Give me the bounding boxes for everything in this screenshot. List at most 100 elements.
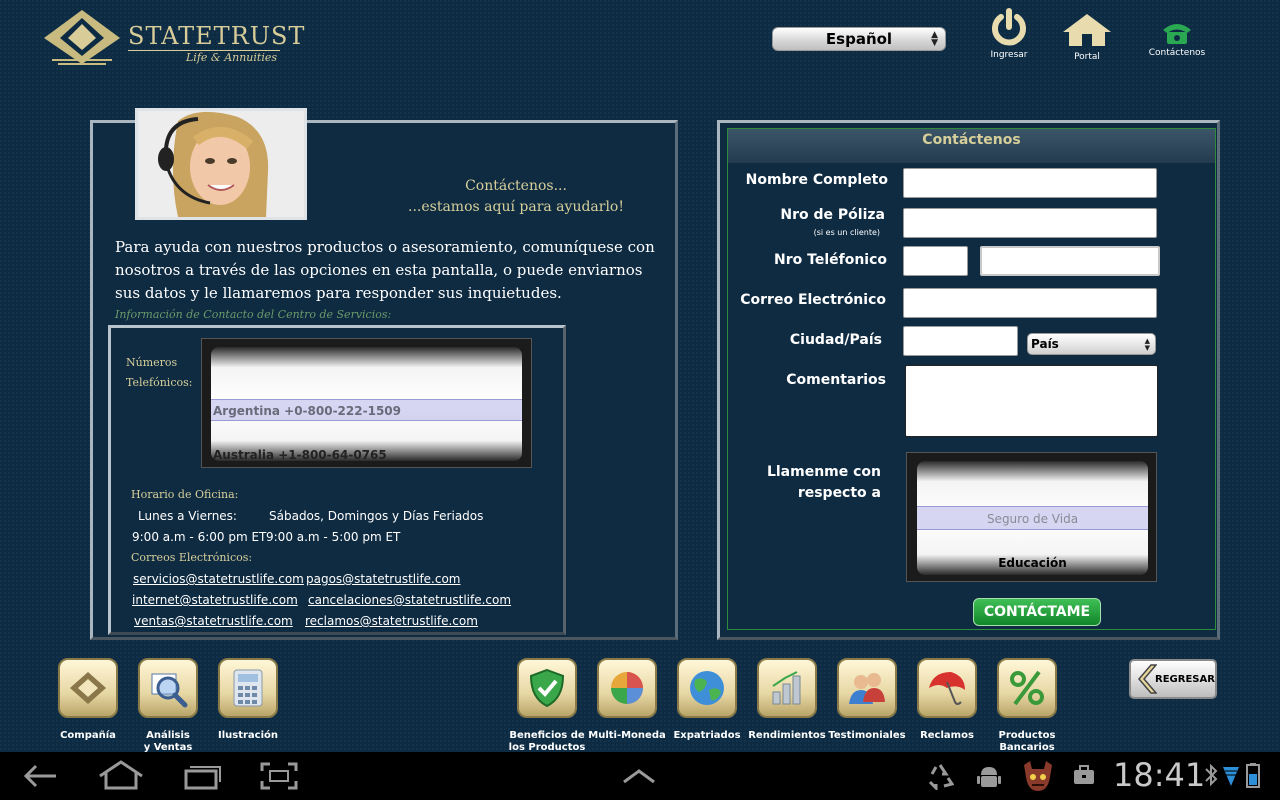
email-input[interactable] (903, 288, 1157, 318)
back-arrow-icon[interactable] (22, 762, 60, 790)
recent-apps-icon[interactable] (182, 762, 222, 790)
support-agent-image (138, 111, 304, 217)
emails-label: Correos Electrónicos: (131, 551, 253, 564)
back-button[interactable]: REGRESAR (1129, 659, 1217, 699)
currency-pie-icon (611, 672, 643, 704)
nav-label-line: Testimoniales (828, 730, 906, 741)
weekend-label: Sábados, Domingos y Días Feriados (269, 509, 484, 523)
phone-area-code-input[interactable] (903, 246, 968, 276)
nav-tile (997, 658, 1057, 718)
nav-label: Reclamos (907, 730, 987, 742)
recycle-icon (928, 764, 954, 790)
nav-testimoniales[interactable]: Testimoniales (827, 658, 907, 742)
back-label: REGRESAR (1155, 674, 1215, 685)
nav-productos-bancarios[interactable]: Productos Bancarios (987, 658, 1067, 754)
umbrella-icon (929, 672, 965, 705)
email-link-reclamos[interactable]: reclamos@statetrustlife.com (305, 614, 478, 628)
picker-option[interactable]: Seguro de Vida (917, 512, 1148, 526)
nav-tile (58, 658, 118, 718)
policy-number-input[interactable] (903, 208, 1157, 238)
contact-header-button[interactable]: Contáctenos (1146, 20, 1208, 58)
nav-label: Beneficios de los Productos (507, 730, 587, 754)
email-link-pagos[interactable]: pagos@statetrustlife.com (306, 572, 461, 586)
login-button[interactable]: Ingresar (980, 8, 1038, 60)
picker-option[interactable]: Argentina +0-800-222-1509 (213, 404, 401, 418)
home-icon (1063, 14, 1111, 46)
nav-beneficios[interactable]: Beneficios de los Productos (507, 658, 587, 754)
nav-expatriados[interactable]: Expatriados (667, 658, 747, 742)
language-value: Español (825, 30, 893, 48)
phone-number-label: Nro Teléfonico (774, 252, 887, 268)
city-input[interactable] (903, 326, 1018, 356)
country-select-value: País (1031, 337, 1059, 351)
chevron-up-icon[interactable] (622, 768, 656, 784)
select-arrows-icon: ▲ ▼ (931, 30, 938, 48)
picker-wheel: Argentina +0-800-222-1509 Australia +1-8… (211, 347, 522, 461)
service-center-heading: Información de Contacto del Centro de Se… (115, 308, 392, 321)
phone-number-input[interactable] (980, 246, 1160, 276)
select-arrows-icon: ▲ ▼ (1144, 337, 1150, 352)
nav-tile (597, 658, 657, 718)
comments-label: Comentarios (786, 372, 886, 388)
brand-tagline: Life & Annuities (186, 51, 277, 64)
nav-label: Análisis y Ventas (128, 730, 208, 754)
tagline-line-1: Contáctenos... (465, 178, 567, 194)
nav-compania[interactable]: Compañía (48, 658, 128, 742)
nav-reclamos[interactable]: Reclamos (907, 658, 987, 742)
nav-analisis-ventas[interactable]: Análisis y Ventas (128, 658, 208, 754)
full-name-input[interactable] (903, 168, 1157, 198)
language-select[interactable]: Español ▲ ▼ (772, 27, 946, 51)
nav-tile (218, 658, 278, 718)
nav-label-line: Beneficios de (509, 730, 585, 741)
picker-option[interactable]: Educación (917, 556, 1148, 570)
email-link-cancelaciones[interactable]: cancelaciones@statetrustlife.com (308, 593, 511, 607)
email-link-internet[interactable]: internet@statetrustlife.com (132, 593, 298, 607)
wifi-icon (1223, 767, 1239, 786)
magnifier-chart-icon (151, 673, 188, 708)
nav-tile (517, 658, 577, 718)
email-link-servicios[interactable]: servicios@statetrustlife.com (133, 572, 304, 586)
nav-label: Compañía (48, 730, 128, 742)
nav-multi-moneda[interactable]: Multi-Moneda (587, 658, 667, 742)
email-link-ventas[interactable]: ventas@statetrustlife.com (134, 614, 293, 628)
nav-label: Multi-Moneda (587, 730, 667, 742)
topic-picker[interactable]: Seguro de Vida Educación (906, 452, 1157, 582)
picker-wheel: Seguro de Vida Educación (917, 461, 1148, 575)
nav-label-line: Ilustración (217, 730, 279, 741)
call-me-label-line-2: respecto a (797, 485, 881, 501)
nav-label-line: Expatriados (673, 730, 741, 741)
people-icon (849, 673, 885, 704)
nav-label-line: Análisis (146, 730, 190, 741)
phones-label-line-2: Telefónicos: (126, 376, 193, 389)
calculator-icon (233, 669, 263, 707)
screenshot-icon[interactable] (260, 762, 298, 790)
email-label: Correo Electrónico (740, 292, 886, 308)
picker-option[interactable]: Australia +1-800-64-0765 (213, 448, 387, 461)
nav-tile (757, 658, 817, 718)
weekday-hours: 9:00 a.m - 6:00 pm ET (132, 530, 267, 544)
percent-icon (1010, 670, 1044, 706)
app-avatar-icon (1024, 761, 1052, 791)
home-nav-icon[interactable] (98, 760, 144, 790)
nav-label: Productos Bancarios (987, 730, 1067, 754)
briefcase-icon (1074, 765, 1094, 784)
nav-label-line: Compañía (60, 730, 116, 741)
portal-button[interactable]: Portal (1058, 12, 1116, 62)
nav-label-line: Productos (998, 730, 1056, 741)
country-select[interactable]: País ▲ ▼ (1027, 333, 1156, 355)
nav-tile (917, 658, 977, 718)
nav-rendimientos[interactable]: Rendimientos (747, 658, 827, 742)
battery-icon (1246, 763, 1260, 788)
nav-ilustracion[interactable]: Ilustración (208, 658, 288, 742)
nav-label: Rendimientos (747, 730, 827, 742)
comments-textarea[interactable] (905, 365, 1158, 437)
brand-name: StateTrust (128, 22, 306, 50)
globe-icon (690, 671, 724, 705)
call-me-label: Llamenme con respecto a (740, 462, 881, 504)
diamond-logo-icon (44, 10, 120, 65)
nav-label-line: Multi-Moneda (588, 730, 666, 741)
contact-me-button[interactable]: CONTÁCTAME (973, 598, 1101, 626)
power-icon (992, 8, 1026, 46)
intro-text: Para ayuda con nuestros productos o ases… (115, 238, 655, 302)
phone-number-picker[interactable]: Argentina +0-800-222-1509 Australia +1-8… (201, 338, 532, 468)
